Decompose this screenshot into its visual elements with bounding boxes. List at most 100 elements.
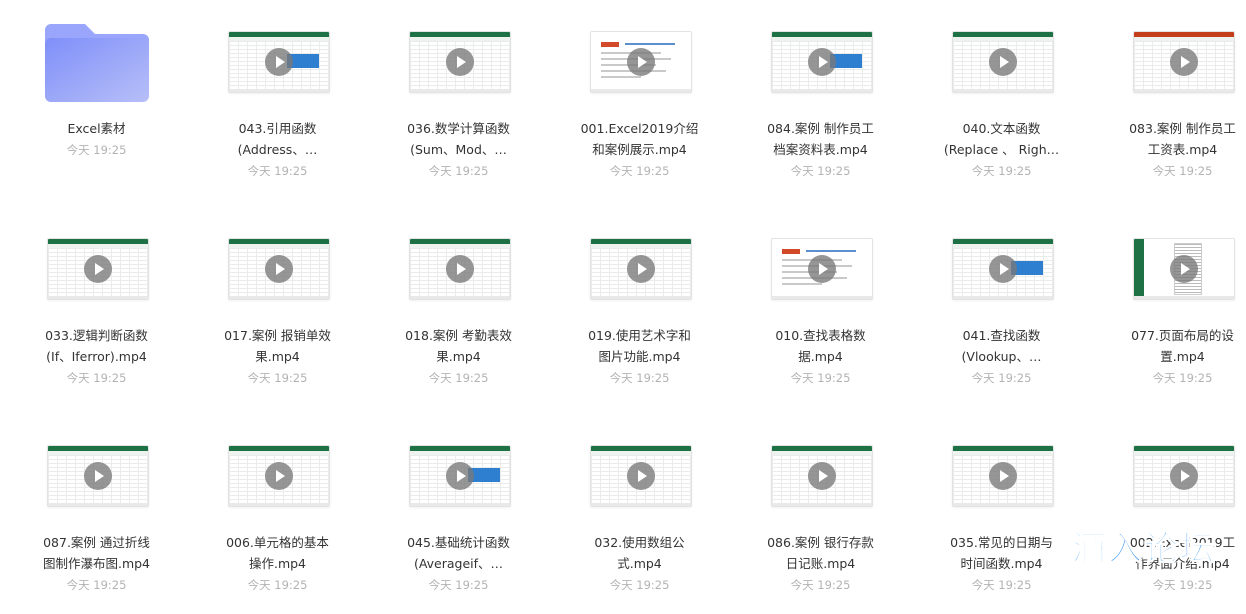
play-icon[interactable] bbox=[265, 255, 293, 283]
status-bar bbox=[591, 503, 691, 506]
play-icon[interactable] bbox=[84, 255, 112, 283]
file-name-line2: 档案资料表.mp4 bbox=[773, 142, 868, 157]
file-name: 006.单元格的基本 操作.mp4 bbox=[191, 532, 364, 574]
layout-sidebar bbox=[1134, 239, 1144, 299]
file-tile[interactable]: 006.单元格的基本 操作.mp4 今天 19:25 bbox=[187, 414, 368, 614]
file-name-line1: 041.查找函数 bbox=[962, 328, 1041, 343]
video-thumbnail bbox=[1133, 31, 1235, 93]
video-thumbnail bbox=[590, 445, 692, 507]
file-name: 019.使用艺术字和 图片功能.mp4 bbox=[553, 325, 726, 367]
play-icon[interactable] bbox=[989, 48, 1017, 76]
video-thumbnail bbox=[47, 238, 149, 300]
file-tile[interactable]: 087.案例 通过折线 图制作瀑布图.mp4 今天 19:25 bbox=[6, 414, 187, 614]
file-tile[interactable]: 084.案例 制作员工 档案资料表.mp4 今天 19:25 bbox=[730, 0, 911, 200]
play-icon[interactable] bbox=[808, 255, 836, 283]
video-thumbnail bbox=[1133, 238, 1235, 300]
play-icon[interactable] bbox=[446, 255, 474, 283]
file-name-line1: 087.案例 通过折线 bbox=[43, 535, 150, 550]
file-tile[interactable]: Excel素材 今天 19:25 bbox=[6, 0, 187, 200]
file-name: 087.案例 通过折线 图制作瀑布图.mp4 bbox=[10, 532, 183, 574]
file-tile[interactable]: 032.使用数组公 式.mp4 今天 19:25 bbox=[549, 414, 730, 614]
play-icon[interactable] bbox=[808, 462, 836, 490]
play-icon[interactable] bbox=[627, 462, 655, 490]
status-bar bbox=[410, 89, 510, 92]
video-thumbnail bbox=[771, 31, 873, 93]
status-bar bbox=[953, 296, 1053, 299]
play-icon[interactable] bbox=[265, 462, 293, 490]
play-icon[interactable] bbox=[627, 48, 655, 76]
modified-time: 今天 19:25 bbox=[1152, 371, 1213, 385]
play-icon[interactable] bbox=[989, 462, 1017, 490]
file-tile[interactable]: 035.常见的日期与 时间函数.mp4 今天 19:25 bbox=[911, 414, 1092, 614]
file-tile[interactable]: 001.Excel2019介绍 和案例展示.mp4 今天 19:25 bbox=[549, 0, 730, 200]
status-bar bbox=[410, 296, 510, 299]
file-tile[interactable]: 019.使用艺术字和 图片功能.mp4 今天 19:25 bbox=[549, 207, 730, 407]
file-name-line1: Excel素材 bbox=[67, 121, 126, 136]
file-name-line1: 045.基础统计函数 bbox=[407, 535, 510, 550]
file-tile[interactable]: 010.查找表格数 据.mp4 今天 19:25 bbox=[730, 207, 911, 407]
play-icon[interactable] bbox=[1170, 255, 1198, 283]
status-bar bbox=[772, 89, 872, 92]
play-icon[interactable] bbox=[84, 462, 112, 490]
file-name-line1: 036.数学计算函数 bbox=[407, 121, 510, 136]
file-name-line2: 工资表.mp4 bbox=[1147, 142, 1218, 157]
file-tile[interactable]: 086.案例 银行存款 日记账.mp4 今天 19:25 bbox=[730, 414, 911, 614]
status-bar bbox=[229, 89, 329, 92]
file-name: 084.案例 制作员工 档案资料表.mp4 bbox=[734, 118, 907, 160]
modified-time: 今天 19:25 bbox=[790, 578, 851, 592]
modified-time: 今天 19:25 bbox=[1152, 578, 1213, 592]
video-thumbnail bbox=[590, 31, 692, 93]
file-name-line2: 式.mp4 bbox=[617, 556, 662, 571]
play-icon[interactable] bbox=[1170, 462, 1198, 490]
file-tile[interactable]: 017.案例 报销单效 果.mp4 今天 19:25 bbox=[187, 207, 368, 407]
file-tile[interactable]: 036.数学计算函数 (Sum、Mod、… 今天 19:25 bbox=[368, 0, 549, 200]
play-icon[interactable] bbox=[1170, 48, 1198, 76]
modified-time: 今天 19:25 bbox=[609, 578, 670, 592]
file-tile[interactable]: 045.基础统计函数 (Averageif、… 今天 19:25 bbox=[368, 414, 549, 614]
file-name: 032.使用数组公 式.mp4 bbox=[553, 532, 726, 574]
video-thumbnail bbox=[409, 238, 511, 300]
play-icon[interactable] bbox=[808, 48, 836, 76]
file-name-line2: 图制作瀑布图.mp4 bbox=[42, 556, 151, 571]
modified-time: 今天 19:25 bbox=[609, 371, 670, 385]
file-tile[interactable]: 077.页面布局的设 置.mp4 今天 19:25 bbox=[1092, 207, 1246, 407]
file-tile[interactable]: 041.查找函数 (Vlookup、… 今天 19:25 bbox=[911, 207, 1092, 407]
modified-time: 今天 19:25 bbox=[790, 371, 851, 385]
play-icon[interactable] bbox=[989, 255, 1017, 283]
file-name: 086.案例 银行存款 日记账.mp4 bbox=[734, 532, 907, 574]
file-grid: Excel素材 今天 19:25 043.引用函数 (Address、… 今天 19:… bbox=[6, 0, 1246, 592]
file-name: Excel素材 bbox=[10, 118, 183, 139]
status-bar bbox=[1134, 296, 1234, 299]
file-tile[interactable]: 043.引用函数 (Address、… 今天 19:25 bbox=[187, 0, 368, 200]
file-name-line2: 操作.mp4 bbox=[248, 556, 307, 571]
file-name-line1: 035.常见的日期与 bbox=[950, 535, 1053, 550]
play-icon[interactable] bbox=[446, 48, 474, 76]
status-bar bbox=[953, 89, 1053, 92]
file-name-line1: 083.案例 制作员工 bbox=[1129, 121, 1236, 136]
file-name: 040.文本函数 (Replace 、 Righ… bbox=[915, 118, 1088, 160]
file-name-line2: (Address、… bbox=[237, 142, 318, 157]
file-name: 043.引用函数 (Address、… bbox=[191, 118, 364, 160]
folder-icon bbox=[45, 24, 149, 102]
file-tile[interactable]: 002.Excel2019工 作界面介绍.mp4 今天 19:25 bbox=[1092, 414, 1246, 614]
play-icon[interactable] bbox=[627, 255, 655, 283]
file-name: 010.查找表格数 据.mp4 bbox=[734, 325, 907, 367]
status-bar bbox=[772, 503, 872, 506]
file-name-line2: 图片功能.mp4 bbox=[598, 349, 681, 364]
file-name-line1: 086.案例 银行存款 bbox=[767, 535, 874, 550]
video-thumbnail bbox=[228, 445, 330, 507]
play-icon[interactable] bbox=[446, 462, 474, 490]
file-tile[interactable]: 083.案例 制作员工 工资表.mp4 今天 19:25 bbox=[1092, 0, 1246, 200]
file-name-line2: (Vlookup、… bbox=[961, 349, 1042, 364]
file-tile[interactable]: 033.逻辑判断函数 (If、Iferror).mp4 今天 19:25 bbox=[6, 207, 187, 407]
video-thumbnail bbox=[409, 445, 511, 507]
file-name-line1: 010.查找表格数 bbox=[775, 328, 866, 343]
file-name-line2: (Sum、Mod、… bbox=[410, 142, 507, 157]
play-icon[interactable] bbox=[265, 48, 293, 76]
file-name-line1: 032.使用数组公 bbox=[594, 535, 685, 550]
file-tile[interactable]: 018.案例 考勤表效 果.mp4 今天 19:25 bbox=[368, 207, 549, 407]
file-tile[interactable]: 040.文本函数 (Replace 、 Righ… 今天 19:25 bbox=[911, 0, 1092, 200]
modified-time: 今天 19:25 bbox=[428, 164, 489, 178]
file-name: 041.查找函数 (Vlookup、… bbox=[915, 325, 1088, 367]
file-name: 017.案例 报销单效 果.mp4 bbox=[191, 325, 364, 367]
